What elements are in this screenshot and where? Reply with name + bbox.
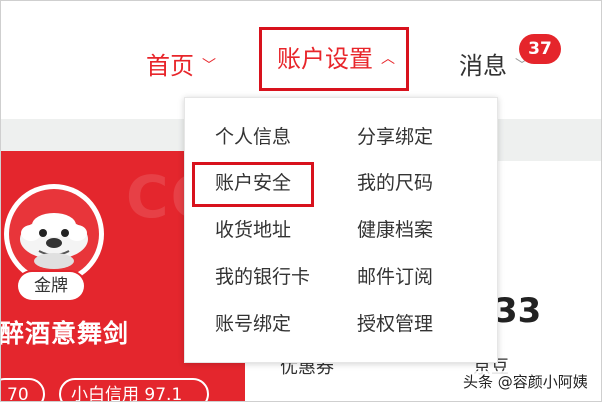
account-settings-dropdown: 个人信息 账户安全 收货地址 我的银行卡 账号绑定 分享绑定 我的尺码 健康档案… [184,97,498,363]
nav-account-settings-label: 账户设置 [277,45,373,73]
menu-item-health-records[interactable]: 健康档案 [357,215,433,245]
menu-item-authorization[interactable]: 授权管理 [357,309,433,339]
menu-item-email-subscription[interactable]: 邮件订阅 [357,262,433,292]
footer-watermark: 头条 @容颜小阿姨 [459,371,592,392]
nav-account-settings[interactable]: 账户设置 ︿ [259,27,409,91]
nav-home-label: 首页 [146,52,194,80]
menu-item-account-binding[interactable]: 账号绑定 [215,309,291,339]
user-name: 醉酒意舞剑 [1,319,130,348]
chevron-down-icon: ﹀ [202,58,216,74]
menu-item-account-security[interactable]: 账户安全 [215,168,291,198]
credit-score-pill[interactable]: 小白信用 97.1 [59,378,209,401]
level-pill[interactable]: 70 [1,378,45,401]
avatar[interactable] [4,184,104,284]
menu-item-my-size[interactable]: 我的尺码 [357,168,433,198]
message-count-badge: 37 [519,34,561,64]
screenshot-frame: 首页 ﹀ 账户设置 ︿ 消息 ﹀ 37 COM [0,0,602,402]
stat-number[interactable]: 33 [494,291,541,331]
gold-member-badge: 金牌 [18,272,84,300]
menu-item-share-binding[interactable]: 分享绑定 [357,122,433,152]
nav-messages-label: 消息 [459,52,507,80]
chevron-up-icon: ︿ [381,51,395,67]
nav-home[interactable]: 首页 ﹀ [146,47,216,85]
menu-item-personal-info[interactable]: 个人信息 [215,122,291,152]
menu-item-bank-cards[interactable]: 我的银行卡 [215,262,310,292]
avatar-face-icon [9,189,99,279]
menu-item-shipping-address[interactable]: 收货地址 [215,215,291,245]
